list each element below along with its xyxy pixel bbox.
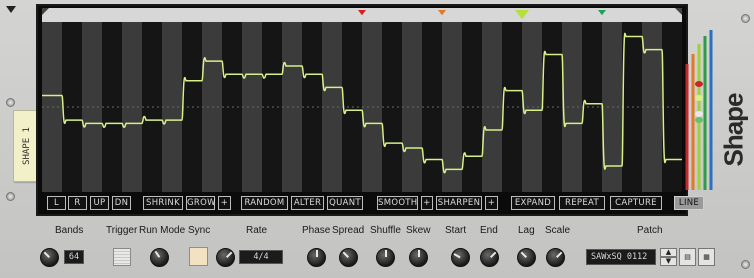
display-button-random[interactable]: RANDOM (241, 196, 288, 210)
patch-save-icon[interactable]: ▦ (698, 248, 715, 266)
patch-name-display[interactable]: SAWxSQ 0112 (586, 249, 656, 265)
display-button-sharpen[interactable]: SHARPEN (436, 196, 482, 210)
skew-knob[interactable] (409, 248, 428, 267)
sync-label: Sync (188, 225, 211, 236)
run-mode-label: Run Mode (139, 225, 186, 236)
display-button-alter[interactable]: ALTER (291, 196, 324, 210)
start-knob[interactable] (451, 248, 470, 267)
phase-label: Phase (302, 225, 331, 236)
rate-label: Rate (246, 225, 268, 236)
lag-label: Lag (518, 225, 535, 236)
display-button-dn[interactable]: DN (112, 196, 131, 210)
patch-browse-folder-icon[interactable]: ▤ (679, 248, 696, 266)
bands-label: Bands (55, 225, 84, 236)
shuffle-knob[interactable] (376, 248, 395, 267)
display-button-shrink[interactable]: SHRINK (143, 196, 183, 210)
scale-knob[interactable] (546, 248, 565, 267)
meter-handle[interactable] (695, 81, 703, 87)
end-label: End (480, 225, 498, 236)
shape-logo: Shape (718, 93, 749, 167)
display-button-smooth[interactable]: SMOOTH (377, 196, 418, 210)
meter-handle[interactable] (695, 111, 703, 117)
display-button-repeat[interactable]: REPEAT (559, 196, 605, 210)
run-mode-knob[interactable] (150, 248, 169, 267)
patch-next-button[interactable]: ▼ (660, 257, 677, 266)
bands-display: 64 (64, 250, 84, 264)
start-label: Start (445, 225, 467, 236)
display-button-up[interactable]: UP (90, 196, 109, 210)
rack-screw-icon (741, 14, 750, 23)
rack-screw-icon (6, 192, 15, 201)
display-button-capture[interactable]: CAPTURE (610, 196, 662, 210)
loop-end-handle-icon[interactable] (675, 8, 682, 15)
bands-knob[interactable] (40, 248, 59, 267)
spread-label: Spread (332, 225, 365, 236)
meter-handle[interactable] (695, 117, 703, 123)
display-button-plus[interactable]: + (218, 196, 231, 210)
lag-knob[interactable] (517, 248, 536, 267)
display-button-line[interactable]: LINE (674, 196, 704, 210)
trigger-button[interactable] (113, 248, 131, 266)
waveform-editor[interactable] (42, 22, 682, 192)
fold-triangle-icon[interactable] (6, 6, 16, 13)
display-button-expand[interactable]: EXPAND (511, 196, 555, 210)
skew-label: Skew (406, 225, 431, 236)
marker-track[interactable] (42, 8, 682, 22)
shape-device-panel: SHAPE 1 L R UP DN SHRINK GROW + RANDOM ALTER QUAN… (0, 0, 754, 278)
phase-knob[interactable] (307, 248, 326, 267)
end-knob[interactable] (480, 248, 499, 267)
loop-start-handle-icon[interactable] (42, 8, 49, 15)
playhead-marker-icon[interactable] (438, 10, 446, 16)
patch-label: Patch (637, 225, 663, 236)
display-button-l[interactable]: L (47, 196, 66, 210)
playhead-marker-icon[interactable] (358, 10, 366, 16)
meter-handle[interactable] (695, 95, 703, 101)
spread-knob[interactable] (339, 248, 358, 267)
shuffle-label: Shuffle (370, 225, 401, 236)
rack-screw-icon (6, 98, 15, 107)
rack-screw-icon (741, 260, 750, 269)
display-button-plus[interactable]: + (485, 196, 498, 210)
rate-knob[interactable] (216, 248, 235, 267)
level-meter[interactable] (683, 24, 717, 194)
display-button-r[interactable]: R (68, 196, 87, 210)
display-button-grow[interactable]: GROW (186, 196, 215, 210)
playhead-marker-icon[interactable] (598, 10, 606, 16)
scale-label: Scale (545, 225, 571, 236)
display-button-quant[interactable]: QUANT (327, 196, 363, 210)
trigger-label: Trigger (106, 225, 138, 236)
playhead-marker-icon[interactable] (515, 10, 529, 20)
device-name-label: SHAPE 1 (22, 127, 32, 165)
patch-prev-button[interactable]: ▲ (660, 248, 677, 257)
sync-button[interactable] (189, 247, 208, 266)
rate-display: 4/4 (239, 250, 283, 264)
display-button-plus[interactable]: + (421, 196, 433, 210)
